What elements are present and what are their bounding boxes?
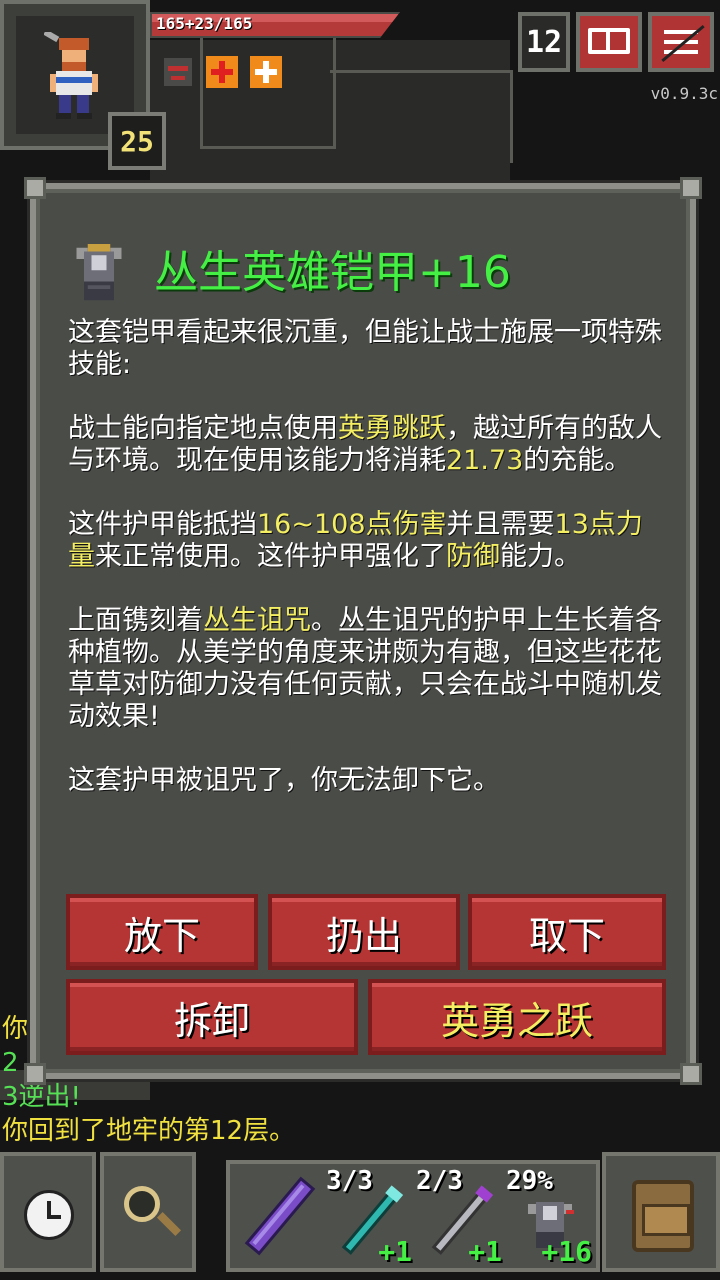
health-text: 165+23/165 [156,14,253,33]
log-line: 3逆出! [2,1082,81,1112]
bless-buff-icon[interactable] [250,56,282,88]
wait-button[interactable] [0,1152,96,1272]
description-paragraph: 上面镌刻着丛生诅咒。丛生诅咒的护甲上生长着各种植物。从美学的角度来讲颇为有趣，但… [68,605,668,733]
quickslot-charge-percent: 29% [506,1166,553,1196]
armor-icon [76,244,122,301]
quickslot-upgrade: +1 [468,1235,502,1268]
mask-buff-icon[interactable] [162,56,194,88]
quickslot-3[interactable]: 2/3 +1 [416,1164,504,1268]
description-paragraph: 这套铠甲看起来很沉重，但能让战士施展一项特殊技能: [68,317,668,381]
quickslot-4[interactable]: 29% +16 [506,1164,594,1268]
quickslot-bar: 3/3 +1 2/3 +1 29% +16 [226,1160,600,1272]
description-paragraph: 这件护甲能抵挡16~108点伤害并且需要13点力量来正常使用。这件护甲强化了防御… [68,509,668,573]
window-corner [680,177,702,199]
quickslot-charges: 3/3 [326,1166,373,1196]
dungeon-wall [330,70,513,163]
warrior-hero-icon [44,32,98,119]
hero-level-badge: 25 [108,112,166,170]
window-corner [24,1063,46,1085]
description-paragraph: 这套护甲被诅咒了，你无法卸下它。 [68,765,668,797]
journal-icon [588,28,630,54]
log-line-latest: 你回到了地牢的第12层。 [2,1116,296,1146]
log-line: 你 [2,1014,29,1044]
description-paragraph: 战士能向指定地点使用英勇跳跃，越过所有的敌人与环境。现在使用该能力将消耗21.7… [68,413,668,477]
item-description: 这套铠甲看起来很沉重，但能让战士施展一项特殊技能: 战士能向指定地点使用英勇跳跃，… [68,317,668,829]
description-text: 这套铠甲看起来很沉重，但能让战士施展一项特殊技能: [68,317,662,380]
description-text: 战士能向指定地点使用 [68,413,338,444]
description-text: 来正常使用。这件护甲强化了 [95,541,446,572]
description-text: 能力。 [500,541,581,572]
description-text: 并且需要 [446,509,555,540]
drop-button[interactable]: 放下 [66,894,258,970]
clock-icon [24,1190,74,1240]
description-text: 这套护甲被诅咒了，你无法卸下它。 [68,765,500,796]
description-text: 上面镌刻着 [68,605,203,636]
dungeon-wall [200,36,336,149]
item-info-window: 丛生英雄铠甲+16 这套铠甲看起来很沉重，但能让战士施展一项特殊技能: 战士能向指… [24,177,702,1085]
throw-button[interactable]: 扔出 [268,894,460,970]
menu-button[interactable] [648,12,714,72]
backpack-icon [632,1180,694,1252]
disassemble-button[interactable]: 拆卸 [66,979,358,1055]
dungeon-depth-indicator[interactable]: 12 [518,12,570,72]
item-title: 丛生英雄铠甲+16 [154,247,511,298]
window-corner [24,177,46,199]
description-keyword: 英勇跳跃 [338,413,446,444]
wand-icon [244,1176,316,1256]
quickslot-upgrade: +1 [378,1235,412,1268]
version-label: v0.9.3c [650,84,718,103]
unequip-button[interactable]: 取下 [468,894,666,970]
description-text: 的充能。 [523,445,632,476]
magnifier-icon [124,1186,160,1222]
quickslot-2[interactable]: 3/3 +1 [326,1164,414,1268]
description-keyword: 21.73 [446,445,524,476]
journal-button[interactable] [576,12,642,72]
quickslot-charges: 2/3 [416,1166,463,1196]
description-keyword: 16~108点伤害 [257,509,447,540]
description-keyword: 防御 [446,541,500,572]
inventory-button[interactable] [602,1152,720,1272]
heroic-leap-button[interactable]: 英勇之跃 [368,979,666,1055]
quickslot-upgrade: +16 [541,1235,592,1268]
search-button[interactable] [100,1152,196,1272]
window-corner [680,1063,702,1085]
quickslot-1[interactable] [236,1164,324,1268]
description-text: 这件护甲能抵挡 [68,509,257,540]
magnifier-handle [156,1211,182,1237]
description-keyword: 丛生诅咒 [203,605,311,636]
healing-buff-icon[interactable] [206,56,238,88]
log-line: 2 [2,1048,19,1078]
